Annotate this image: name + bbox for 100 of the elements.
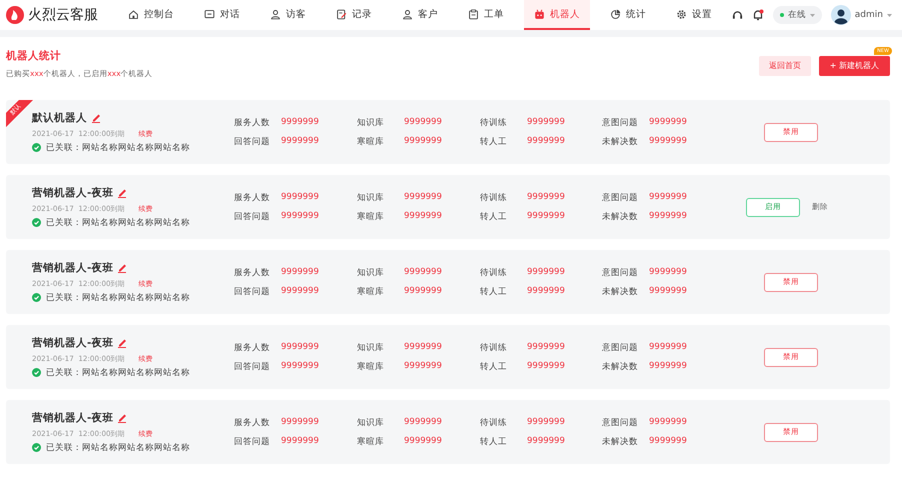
edit-icon[interactable] [117,412,128,422]
stat-label: 回答问题 [234,210,271,222]
edit-icon[interactable] [117,188,128,198]
linked-sites: 已关联：网站名称网站名称网站名称 [46,442,190,454]
linked-sites: 已关联：网站名称网站名称网站名称 [46,292,190,304]
stat-value: 9999999 [649,286,687,298]
robot-name: 营销机器人-夜班 [32,186,114,200]
stat-label: 知识库 [357,342,385,354]
nav-tab[interactable]: 工单 [458,0,514,30]
stat-label: 意图问题 [602,342,639,354]
stat-value: 9999999 [527,342,565,354]
stat-value: 9999999 [281,360,319,372]
stat-value: 9999999 [649,192,687,204]
edit-icon[interactable] [117,262,128,272]
stat-value: 9999999 [404,360,442,372]
stat-label: 服务人数 [234,192,271,204]
chat-icon [204,8,215,20]
status-dropdown[interactable]: 在线 [772,6,822,24]
stat-label: 待训练 [480,416,508,428]
stat-value: 9999999 [527,210,565,222]
edit-icon[interactable] [91,112,101,122]
stat-label: 回答问题 [234,436,271,448]
stat-value: 9999999 [281,416,319,428]
stat-label: 回答问题 [234,286,271,298]
stat-value: 9999999 [404,416,442,428]
stat-label: 服务人数 [234,342,271,354]
stat-value: 9999999 [404,342,442,354]
stat-label: 回答问题 [234,360,271,372]
stat-label: 转人工 [480,436,508,448]
caret-icon[interactable] [887,14,892,16]
stat-value: 9999999 [404,192,442,204]
stat-label: 意图问题 [602,116,639,128]
stat-value: 9999999 [281,210,319,222]
nav-tab[interactable]: 对话 [194,0,250,30]
stat-value: 9999999 [527,192,565,204]
stat-value: 9999999 [404,436,442,448]
back-home-button[interactable]: 返回首页 [758,56,811,76]
user-icon [270,8,281,20]
nav-tab[interactable]: 访客 [260,0,316,30]
nav-tab[interactable]: 客户 [392,0,448,30]
stat-value: 9999999 [281,266,319,278]
robot-name: 营销机器人-夜班 [32,410,114,424]
nav-tab[interactable]: 控制台 [118,0,184,30]
stat-value: 9999999 [281,116,319,128]
stat-value: 9999999 [404,116,442,128]
stat-value: 9999999 [404,210,442,222]
stat-value: 9999999 [527,286,565,298]
stat-label: 寒暄库 [357,210,385,222]
stat-label: 寒暄库 [357,436,385,448]
page-title: 机器人统计 [6,49,62,63]
stat-label: 服务人数 [234,416,271,428]
stat-value: 9999999 [281,436,319,448]
nav-tab[interactable]: 统计 [600,0,656,30]
stat-label: 未解决数 [602,210,639,222]
robot-name: 营销机器人-夜班 [32,260,114,274]
stat-value: 9999999 [649,436,687,448]
stat-label: 待训练 [480,266,508,278]
edit-icon[interactable] [117,338,128,348]
stat-label: 转人工 [480,136,508,148]
stat-label: 寒暄库 [357,286,385,298]
stat-value: 9999999 [281,342,319,354]
stat-value: 9999999 [404,266,442,278]
home-icon [128,8,139,20]
robot-icon [534,8,545,20]
stat-value: 9999999 [649,266,687,278]
user-name[interactable]: admin [854,10,883,20]
stat-label: 待训练 [480,342,508,354]
stat-value: 9999999 [281,136,319,148]
nav-tab[interactable]: 设置 [666,0,722,30]
stat-label: 知识库 [357,416,385,428]
bell-icon[interactable] [752,9,764,21]
stat-label: 服务人数 [234,116,271,128]
stat-label: 知识库 [357,116,385,128]
stat-label: 未解决数 [602,360,639,372]
stat-label: 待训练 [480,116,508,128]
new-robot-button[interactable]: + 新建机器人 [818,56,890,76]
stat-label: 知识库 [357,266,385,278]
avatar-icon[interactable] [830,5,851,25]
flame-logo-icon [6,6,24,24]
stat-value: 9999999 [281,286,319,298]
stat-value: 9999999 [649,416,687,428]
stat-value: 9999999 [649,360,687,372]
stat-label: 寒暄库 [357,360,385,372]
gear-icon [676,8,687,20]
robot-name: 营销机器人-夜班 [32,336,114,350]
nav-tab[interactable]: 记录 [326,0,382,30]
stat-label: 寒暄库 [357,136,385,148]
stat-label: 转人工 [480,210,508,222]
stat-label: 回答问题 [234,136,271,148]
user-icon [402,8,413,20]
stat-value: 9999999 [649,136,687,148]
nav-tab[interactable]: 机器人 [524,0,590,30]
stat-value: 9999999 [527,116,565,128]
stat-value: 9999999 [527,136,565,148]
stat-value: 9999999 [404,136,442,148]
stat-value: 9999999 [649,210,687,222]
stat-value: 9999999 [527,436,565,448]
headset-icon[interactable] [732,10,743,20]
clipboard-icon [468,8,479,20]
linked-sites: 已关联：网站名称网站名称网站名称 [46,142,190,154]
